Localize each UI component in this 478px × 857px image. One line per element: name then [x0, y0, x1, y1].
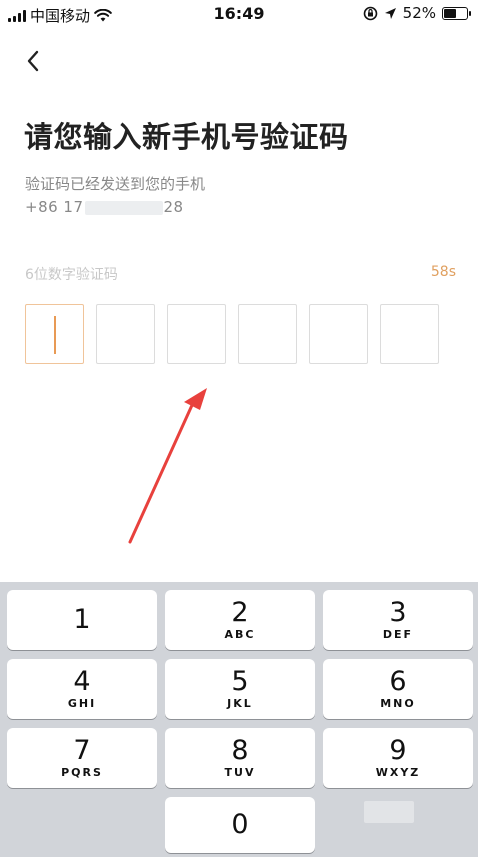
annotation-arrow [128, 388, 207, 544]
key-5[interactable]: 5 JKL [165, 659, 315, 719]
numeric-keyboard: 1 2 ABC 3 DEF 4 GHI 5 JKL 6 MNO 7 PQRS 8… [0, 582, 478, 857]
key-letters: TUV [224, 766, 256, 779]
key-digit: 8 [231, 735, 249, 766]
key-8[interactable]: 8 TUV [165, 728, 315, 788]
backspace-key[interactable] [364, 801, 414, 823]
key-digit: 9 [389, 735, 407, 766]
key-letters: GHI [67, 697, 97, 710]
key-letters: ABC [224, 628, 256, 641]
key-letters: WXYZ [375, 766, 421, 779]
key-0[interactable]: 0 [165, 797, 315, 853]
key-6[interactable]: 6 MNO [323, 659, 473, 719]
key-digit: 7 [73, 735, 91, 766]
key-digit: 0 [231, 809, 249, 840]
key-digit: 5 [231, 666, 249, 697]
key-1[interactable]: 1 [7, 590, 157, 650]
key-letters: JKL [227, 697, 253, 710]
key-3[interactable]: 3 DEF [323, 590, 473, 650]
key-letters: MNO [380, 697, 416, 710]
key-7[interactable]: 7 PQRS [7, 728, 157, 788]
key-digit: 2 [231, 597, 249, 628]
key-4[interactable]: 4 GHI [7, 659, 157, 719]
key-9[interactable]: 9 WXYZ [323, 728, 473, 788]
key-2[interactable]: 2 ABC [165, 590, 315, 650]
key-digit: 6 [389, 666, 407, 697]
key-letters: DEF [382, 628, 414, 641]
key-digit: 4 [73, 666, 91, 697]
key-letters: PQRS [61, 766, 103, 779]
key-digit: 3 [389, 597, 407, 628]
key-digit: 1 [73, 604, 91, 635]
